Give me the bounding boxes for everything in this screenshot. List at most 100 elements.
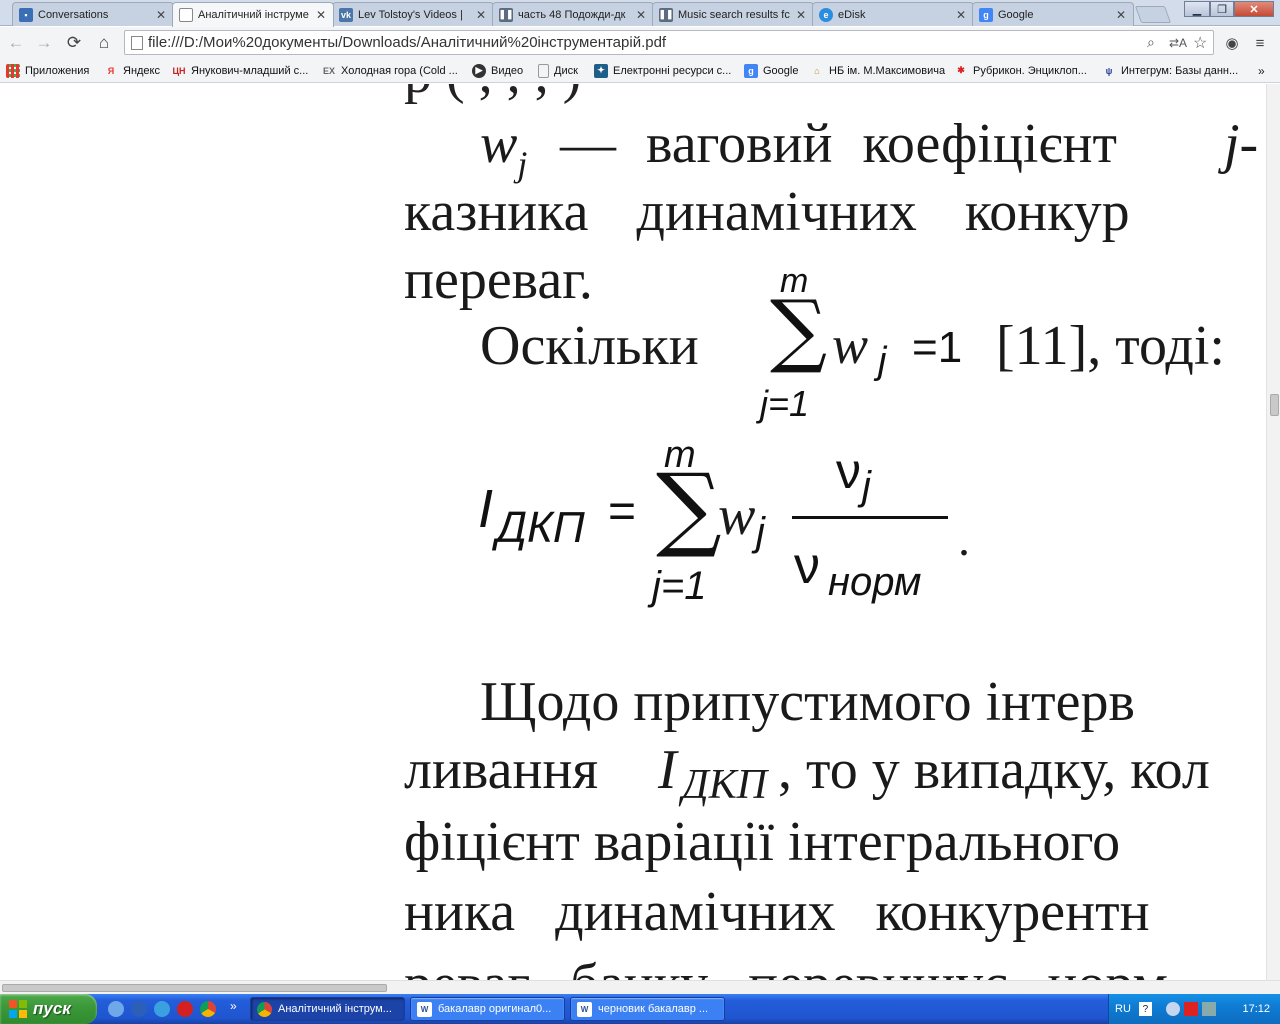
building-icon: ⌂ <box>814 65 820 76</box>
quicklaunch-desktop-icon[interactable] <box>108 1001 124 1017</box>
bookmark-video[interactable]: ▶ Видео <box>472 62 523 79</box>
bookmark-label: Янукович-младший с... <box>191 64 309 77</box>
tab-edisk[interactable]: e eDisk ✕ <box>812 2 974 26</box>
close-icon[interactable]: ✕ <box>1115 8 1127 22</box>
pdf-para2-var-I: I <box>658 739 677 801</box>
task-label: черновик бакалавр ... <box>598 1003 709 1015</box>
clock: 17:12 <box>1242 1003 1270 1015</box>
new-tab-button[interactable] <box>1134 6 1172 23</box>
sum-var-subscript: j <box>878 340 887 382</box>
word-icon: W <box>417 1001 432 1017</box>
bookmark-yandex[interactable]: Я Яндекс <box>104 62 160 79</box>
pdf-para2-line1: Щодо припустимого інтерв <box>480 671 1135 733</box>
quicklaunch-more-icon[interactable]: » <box>230 999 237 1013</box>
horizontal-scrollbar[interactable] <box>0 980 1280 994</box>
vertical-scrollbar[interactable] <box>1266 84 1280 980</box>
system-tray: RU ? 17:12 <box>1108 994 1280 1024</box>
chat-icon: ▪ <box>19 7 33 22</box>
scroll-thumb[interactable] <box>1270 394 1279 416</box>
task-bakalavr-original[interactable]: W бакалавр оригинал0... <box>410 997 565 1021</box>
start-button[interactable]: пуск <box>0 994 97 1024</box>
pdf-line3: переваг. <box>404 249 593 311</box>
pdf-para2-line4: ника динамічних конкурентн <box>404 881 1150 943</box>
bookmark-integrum[interactable]: ψ Интегрум: Базы данн... <box>1102 62 1239 79</box>
close-icon[interactable]: ✕ <box>795 8 807 22</box>
home-button[interactable]: ⌂ <box>92 31 116 55</box>
rubricon-icon: ✱ <box>957 65 965 75</box>
minimize-button[interactable]: ▁ <box>1184 1 1210 17</box>
formula-period: . <box>958 513 970 566</box>
bookmark-label: Холодная гора (Cold ... <box>341 64 458 77</box>
tab-music-search[interactable]: ❚❚ Music search results fc ✕ <box>652 2 814 26</box>
sum-var-w: w <box>832 315 869 375</box>
library-icon: ✦ <box>594 63 608 78</box>
star-icon[interactable]: ☆ <box>1193 33 1207 53</box>
maximize-button[interactable]: ❐ <box>1210 1 1234 17</box>
sigma-icon: ∑ <box>656 454 722 561</box>
pdf-line2: казника динамічних конкур <box>404 181 1130 243</box>
bookmark-label: Яндекс <box>123 64 160 77</box>
forward-button[interactable]: → <box>32 31 56 55</box>
reload-button[interactable]: ⟳ <box>62 31 86 55</box>
page-icon <box>538 63 549 78</box>
quicklaunch-chrome-icon[interactable] <box>200 1001 216 1017</box>
scroll-thumb[interactable] <box>2 984 387 992</box>
close-icon[interactable]: ✕ <box>155 8 167 22</box>
pdf-line4-end: [11], тоді: <box>996 315 1225 377</box>
network-icon[interactable] <box>1201 1002 1216 1016</box>
zoom-icon[interactable]: ⌕ <box>1147 34 1155 51</box>
formula-var-w: w <box>718 485 756 547</box>
tab-label: Music search results fc <box>678 8 790 21</box>
bookmark-disk[interactable]: Диск <box>538 62 578 79</box>
edisk-icon: e <box>819 7 833 22</box>
yandex-icon: Я <box>107 65 115 76</box>
help-icon[interactable]: ? <box>1138 1002 1152 1016</box>
bookmark-e-resources[interactable]: ✦ Електронні ресурси с... <box>594 62 731 79</box>
bookmark-label: НБ ім. М.Максимовича <box>829 64 946 77</box>
bookmark-google[interactable]: g Google <box>744 62 798 79</box>
back-button[interactable]: ← <box>4 31 28 55</box>
translate-icon[interactable]: ⇄A <box>1169 36 1187 50</box>
task-analytic-chrome[interactable]: Аналітичний інструм... <box>250 997 405 1021</box>
extension-icon[interactable]: ◉ <box>1220 31 1244 55</box>
close-icon[interactable]: ✕ <box>635 8 647 22</box>
pdf-var-w: wj <box>480 116 527 182</box>
bookmark-label: Видео <box>491 64 524 77</box>
formula-denominator-subscript: норм <box>828 560 922 604</box>
tray-antivirus-icon[interactable] <box>1183 1002 1198 1016</box>
quicklaunch-media-icon[interactable] <box>131 1001 147 1017</box>
bookmark-yanukovich[interactable]: ЦН Янукович-младший с... <box>172 62 308 79</box>
page-icon <box>131 35 143 50</box>
google-icon: g <box>979 7 993 22</box>
close-icon[interactable]: ✕ <box>955 8 967 22</box>
quicklaunch-ie-icon[interactable] <box>154 1001 170 1017</box>
close-icon[interactable]: ✕ <box>315 8 327 22</box>
tray-arrow-icon[interactable] <box>1165 1002 1180 1016</box>
windows-logo-icon <box>9 1000 27 1018</box>
language-indicator[interactable]: RU <box>1115 1003 1131 1015</box>
menu-icon[interactable]: ≡ <box>1248 31 1272 55</box>
address-bar[interactable]: file:///D:/Мои%20документы/Downloads/Ана… <box>124 30 1214 55</box>
tab-analytic-pdf[interactable]: Аналітичний інструме ✕ <box>172 2 334 27</box>
task-chernovik-bakalavr[interactable]: W черновик бакалавр ... <box>570 997 725 1021</box>
quicklaunch-opera-icon[interactable] <box>177 1001 193 1017</box>
pdf-viewer[interactable]: р ( , , , ) wj — ваговий коефіцієнт j- к… <box>0 84 1266 980</box>
bookmark-apps[interactable]: Приложения <box>6 62 89 79</box>
var-subscript: j <box>517 144 528 184</box>
bookmark-nb-maksymovych[interactable]: ⌂ НБ ім. М.Максимовича <box>810 62 945 79</box>
task-label: Аналітичний інструм... <box>278 1003 392 1015</box>
vk-icon: vk <box>339 7 353 22</box>
tab-conversations[interactable]: ▪ Conversations ✕ <box>12 2 174 26</box>
tab-google[interactable]: g Google ✕ <box>972 2 1134 26</box>
formula-sum-lower: j=1 <box>652 564 707 608</box>
bookmark-cold-mountain[interactable]: EX Холодная гора (Cold ... <box>322 62 458 79</box>
tab-lev-tolstoy[interactable]: vk Lev Tolstoy's Videos | ✕ <box>332 2 494 26</box>
url-text: file:///D:/Мои%20документы/Downloads/Ана… <box>148 34 667 51</box>
close-icon[interactable]: ✕ <box>475 8 487 22</box>
window-close-button[interactable]: ✕ <box>1234 1 1274 17</box>
bookmark-rubricon[interactable]: ✱ Рубрикон. Энциклоп... <box>954 62 1087 79</box>
tab-music-part48[interactable]: ❚❚ часть 48 Подожди-дк ✕ <box>492 2 654 26</box>
ex-icon: EX <box>322 65 335 76</box>
more-bookmarks-icon[interactable]: » <box>1258 62 1265 79</box>
pause-icon: ❚❚ <box>658 7 674 22</box>
